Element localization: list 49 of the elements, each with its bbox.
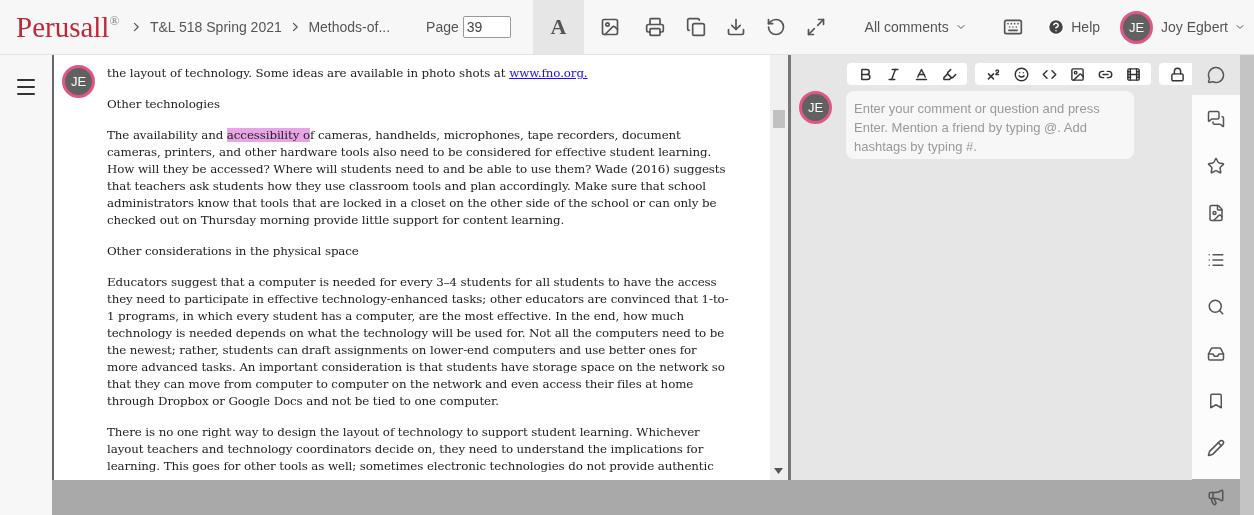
expand-icon: [806, 17, 827, 37]
breadcrumb-link[interactable]: T&L 518 Spring 2021: [149, 19, 282, 35]
help-button[interactable]: Help: [1039, 0, 1109, 54]
comments-filter-dropdown[interactable]: All comments: [856, 0, 975, 54]
page-label: Page: [426, 19, 459, 35]
perusall-logo[interactable]: Perusall®: [16, 10, 120, 44]
document-paragraph: The availability and accessibility of cameras, handhelds, microphones, tape recorders, document cameras, printers, and other hardware tools also need to be considered for effective student learning. How will they be accessed? Where will students need to and be able to use them? Wade (2016) suggests that teachers ask students how they use classroom tools and plan accordingly. Make sure that school administrators know that tools that are locked in a closet on the other side of the school or can only be checked out on Thursday morning provide little support for content learning.: [107, 127, 727, 229]
document-paragraph: There is no one right way to design the layout of technology to support student learning. Whichever layout teachers and technology coordinators decide on, they need to understand the implications for learning. This goes for other tools as well; sometimes electronic technologies do not provide authentic: [107, 424, 715, 475]
announcement-button[interactable]: [1192, 479, 1240, 515]
user-avatar: JE: [799, 91, 832, 124]
document-paragraph: Other considerations in the physical space: [107, 243, 360, 260]
download-icon: [725, 17, 746, 37]
image-icon: [1069, 66, 1085, 82]
megaphone-icon: [1207, 488, 1225, 506]
image-icon: [599, 17, 620, 37]
scrollbar-thumb[interactable]: [773, 110, 785, 128]
superscript-icon: [985, 66, 1001, 82]
scrollbar-track[interactable]: [1240, 55, 1254, 515]
conversations-glyph-icon: [1207, 109, 1225, 128]
document-paragraph: Other technologies: [107, 96, 221, 113]
print-icon: [645, 17, 666, 37]
bookmark-glyph-icon: [1207, 391, 1225, 410]
user-menu[interactable]: Joy Egbert: [1153, 0, 1254, 54]
pencil-glyph-icon: [1207, 438, 1225, 457]
user-avatar[interactable]: JE: [1120, 10, 1154, 44]
text-mode-button[interactable]: A: [532, 0, 585, 54]
help-icon: [1047, 18, 1066, 36]
undo-icon: [766, 17, 787, 37]
keyboard-icon: [1002, 17, 1023, 37]
comment-icon[interactable]: [1192, 55, 1240, 95]
image-glyph-icon: [1207, 203, 1225, 222]
video-icon: [1125, 66, 1141, 82]
document-paragraph: the layout of technology. Some ideas are available in photo shots at www.fno.org.: [107, 65, 589, 82]
inbox-glyph-icon: [1207, 344, 1225, 363]
copy-icon: [685, 17, 706, 37]
comment-field[interactable]: Enter your comment or question and press Enter. Mention a friend by typing @. Add hashtags by typing #.: [846, 91, 1134, 159]
emoji-icon: [1013, 66, 1029, 82]
font-color-icon: [913, 66, 929, 82]
page-field[interactable]: 39: [462, 16, 511, 38]
user-avatar: JE: [62, 65, 95, 98]
highlight-icon: [941, 66, 957, 82]
web-link[interactable]: www.fno.org.: [509, 66, 588, 80]
star-glyph-icon: [1207, 156, 1225, 175]
lock-icon: [1169, 66, 1185, 82]
italic-icon: [885, 66, 901, 82]
breadcrumb-link[interactable]: Methods-of...: [308, 19, 391, 35]
comment-glyph-icon: [1207, 66, 1225, 84]
document-paragraph: Educators suggest that a computer is needed for every 3–4 students for all students to have the access they need to participate in effective technology-enhanced tasks; other educators are convinced that 1-to-1 programs, in which every student has a computer, are the most effective. In the end, how much technology is needed depends on what the technology will be used for. Not all the computers need to be the newest; rather, students can draft assignments on lower-end computers and use better ones for more advanced tasks. An important consideration is that students have storage space on the network so that they can move from computer to computer on the network and even access their files at home through Dropbox or Google Docs and not be tied to one computer.: [107, 274, 729, 410]
search-glyph-icon: [1207, 297, 1225, 316]
